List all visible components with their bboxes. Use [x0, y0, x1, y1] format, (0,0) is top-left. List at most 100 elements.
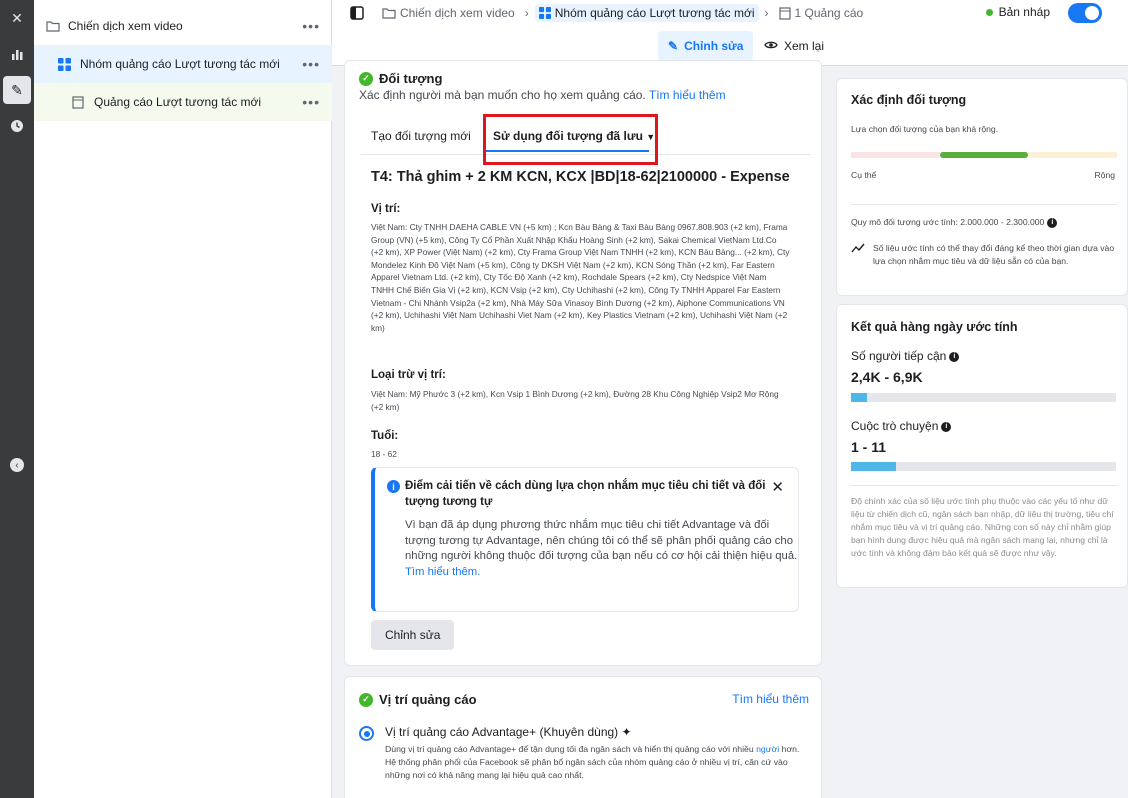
breadcrumb-ad[interactable]: 1 Quảng cáo — [775, 4, 868, 22]
page-icon — [72, 96, 86, 109]
audience-subtitle: Xác định người mà bạn muốn cho họ xem qu… — [359, 88, 726, 102]
location-label: Vị trí: — [371, 203, 401, 215]
reach-bar-fill — [851, 393, 867, 402]
info-icon[interactable]: i — [941, 421, 952, 432]
left-rail: ✕ ✎ ‹ — [0, 0, 34, 798]
campaign-tree: Chiến dịch xem video ••• Nhóm quảng cáo … — [34, 0, 332, 798]
desc-link[interactable]: người — [756, 744, 779, 754]
tree-item-label: Chiến dịch xem video — [68, 19, 183, 33]
conversation-value: 1 - 11 — [851, 439, 887, 455]
check-icon: ✓ — [359, 71, 373, 86]
info-icon[interactable]: i — [949, 351, 960, 362]
page-icon — [778, 6, 791, 20]
placement-title-text: Vị trí quảng cáo — [379, 692, 477, 707]
gauge-right-label: Rộng — [1094, 170, 1115, 180]
exclude-label: Loại trừ vị trí: — [371, 369, 446, 381]
draft-status: Bản nháp — [985, 5, 1050, 19]
sparkle-icon: ✦ — [621, 725, 632, 739]
tree-item-label: Nhóm quảng cáo Lượt tương tác mới — [80, 57, 280, 71]
audience-title-text: Đối tượng — [379, 71, 443, 86]
trend-icon — [851, 242, 865, 257]
tree-item-adset[interactable]: Nhóm quảng cáo Lượt tương tác mới ••• — [34, 45, 332, 83]
chevron-right-icon: › — [524, 6, 529, 20]
tree-item-label: Quảng cáo Lượt tương tác mới — [94, 95, 262, 109]
breadcrumb-adset[interactable]: Nhóm quảng cáo Lượt tương tác mới — [534, 4, 759, 22]
more-icon[interactable]: ••• — [302, 18, 320, 34]
pencil-icon[interactable]: ✎ — [3, 76, 31, 104]
placement-card: ✓ Vị trí quảng cáo Tìm hiểu thêm Vị trí … — [344, 676, 822, 798]
breadcrumb-label: 1 Quảng cáo — [794, 6, 864, 20]
placement-title: ✓ Vị trí quảng cáo — [359, 692, 477, 707]
reach-label: Số người tiếp cận i — [851, 349, 960, 363]
notice-body: Vì bạn đã áp dụng phương thức nhắm mục t… — [405, 518, 800, 580]
notice-learn-more-link[interactable]: Tìm hiểu thêm. — [405, 566, 480, 578]
tab-review[interactable]: Xem lại — [764, 31, 824, 61]
chart-icon[interactable] — [3, 40, 31, 68]
tree-item-campaign[interactable]: Chiến dịch xem video ••• — [34, 7, 332, 45]
check-icon: ✓ — [359, 692, 373, 707]
conversation-label-text: Cuộc trò chuyện — [851, 419, 939, 433]
folder-icon — [46, 20, 60, 32]
exclude-text: Việt Nam: Mỹ Phước 3 (+2 km), Kcn Vsip 1… — [371, 389, 779, 412]
breadcrumb: Chiến dịch xem video › Nhóm quảng cáo Lư… — [350, 0, 867, 26]
advantage-placement-label: Vị trí quảng cáo Advantage+ (Khuyên dùng… — [385, 725, 632, 739]
saved-audience-name: T4: Thả ghim + 2 KM KCN, KCX |BD|18-62|2… — [371, 169, 790, 185]
audience-size-text: Quy mô đối tượng ước tính: 2.000.000 - 2… — [851, 217, 1045, 227]
accuracy-note: Độ chính xác của số liệu ước tính phụ th… — [851, 496, 1114, 558]
reach-label-text: Số người tiếp cận — [851, 349, 947, 363]
draft-label: Bản nháp — [998, 5, 1050, 19]
top-bar: Chiến dịch xem video › Nhóm quảng cáo Lư… — [332, 0, 1128, 66]
notice-title: Điểm cải tiến về cách dùng lựa chọn nhắm… — [405, 480, 766, 508]
notice-body-text: Vì bạn đã áp dụng phương thức nhắm mục t… — [405, 519, 798, 563]
audience-breadth-gauge — [851, 152, 1118, 158]
tab-review-label: Xem lại — [784, 39, 825, 53]
estimate-disclaimer: Số liệu ước tính có thể thay đổi đáng kể… — [873, 243, 1115, 266]
desc-text: Dùng vị trí quảng cáo Advantage+ để tận … — [385, 744, 754, 754]
close-icon[interactable]: ✕ — [771, 478, 784, 496]
audience-definition-card: Xác định đối tượng Lựa chọn đối tượng củ… — [836, 78, 1128, 296]
reach-bar — [851, 393, 1116, 402]
breadcrumb-label: Chiến dịch xem video — [400, 6, 515, 20]
gauge-left-label: Cụ thể — [851, 170, 877, 180]
advantage-placement-desc: Dùng vị trí quảng cáo Advantage+ để tận … — [385, 743, 810, 782]
close-icon[interactable]: ✕ — [3, 4, 31, 32]
publish-toggle[interactable] — [1068, 3, 1102, 23]
tab-edit[interactable]: ✎ Chỉnh sửa — [658, 31, 754, 61]
advantage-notice: i Điểm cải tiến về cách dùng lựa chọn nh… — [371, 467, 799, 612]
audience-title: ✓ Đối tượng — [359, 71, 442, 86]
breadcrumb-campaign[interactable]: Chiến dịch xem video — [378, 4, 519, 22]
highlight-box — [483, 114, 658, 165]
daily-results-title: Kết quả hàng ngày ước tính — [851, 320, 1018, 334]
location-text: Việt Nam: Cty TNHH DAEHA CABLE VN (+5 km… — [371, 222, 790, 333]
audience-definition-title: Xác định đối tượng — [851, 93, 967, 107]
clock-icon[interactable] — [3, 112, 31, 140]
tab-new-audience[interactable]: Tạo đối tượng mới — [371, 129, 471, 143]
audience-definition-subtitle: Lựa chọn đối tượng của bạn khá rộng. — [851, 124, 999, 134]
folder-icon — [382, 8, 396, 19]
tree-item-ad[interactable]: Quảng cáo Lượt tương tác mới ••• — [34, 83, 332, 121]
divider — [851, 204, 1117, 205]
status-dot — [985, 8, 993, 16]
daily-results-card: Kết quả hàng ngày ước tính Số người tiếp… — [836, 304, 1128, 588]
divider — [851, 485, 1117, 486]
collapse-icon[interactable]: ‹ — [10, 458, 24, 472]
audience-card: ✓ Đối tượng Xác định người mà bạn muốn c… — [344, 60, 822, 666]
more-icon[interactable]: ••• — [302, 94, 320, 110]
conversation-bar — [851, 462, 1116, 471]
tab-edit-label: Chỉnh sửa — [684, 39, 744, 53]
age-label: Tuổi: — [371, 430, 399, 442]
conversation-label: Cuộc trò chuyện i — [851, 419, 952, 433]
reach-value: 2,4K - 6,9K — [851, 369, 923, 385]
audience-subtitle-text: Xác định người mà bạn muốn cho họ xem qu… — [359, 88, 646, 102]
edit-audience-button[interactable]: Chỉnh sửa — [371, 620, 455, 650]
advantage-placement-radio[interactable] — [359, 726, 374, 741]
info-icon[interactable]: i — [1047, 217, 1058, 228]
info-icon: i — [387, 480, 400, 493]
more-icon[interactable]: ••• — [302, 56, 320, 72]
pencil-icon: ✎ — [668, 39, 679, 53]
sidebar-toggle-icon[interactable] — [350, 6, 364, 20]
learn-more-link[interactable]: Tìm hiểu thêm — [649, 88, 726, 102]
grid-icon — [538, 7, 551, 19]
grid-icon — [58, 58, 72, 71]
placement-learn-more-link[interactable]: Tìm hiểu thêm — [732, 692, 809, 706]
